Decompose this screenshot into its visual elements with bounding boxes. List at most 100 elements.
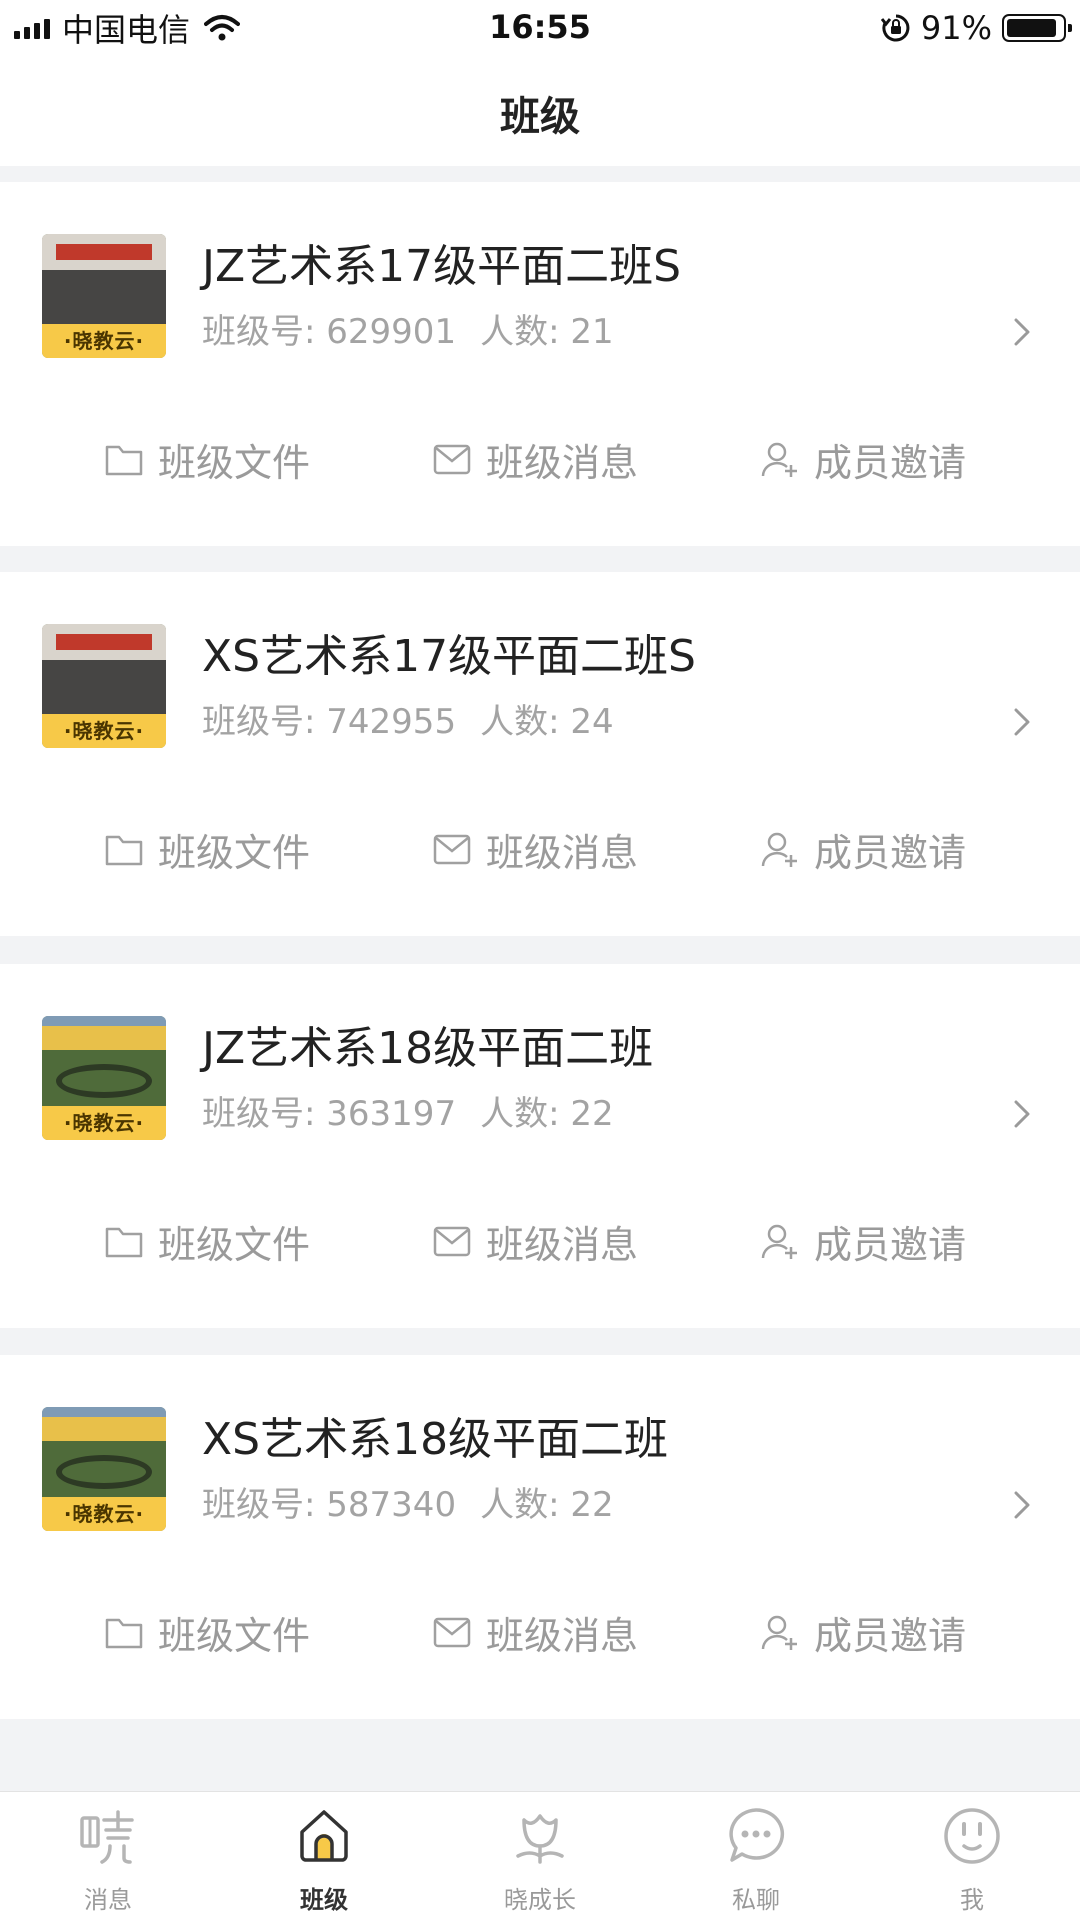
class-thumbnail: ·晓教云· — [42, 1016, 166, 1140]
count-label: 人数: — [480, 1485, 560, 1525]
count-label: 人数: — [480, 1094, 560, 1134]
add-user-icon — [761, 1224, 797, 1259]
class-files-button[interactable]: 班级文件 — [104, 814, 310, 884]
member-count: 22 — [570, 1094, 614, 1134]
class-name: JZ艺术系18级平面二班 — [202, 1023, 654, 1074]
class-card[interactable]: ·晓教云· JZ艺术系18级平面二班 班级号: 363197 人数: 22 班级文… — [0, 964, 1080, 1328]
class-no-label: 班级号: — [202, 1485, 316, 1525]
battery-cap — [1068, 24, 1072, 32]
class-name: JZ艺术系17级平面二班S — [202, 241, 682, 292]
add-user-icon — [761, 832, 797, 867]
rotation-lock-icon — [880, 14, 910, 42]
thumbnail-photo — [42, 234, 166, 326]
member-invite-button[interactable]: 成员邀请 — [760, 1597, 966, 1667]
battery-fill — [1007, 19, 1056, 37]
tab-bar: 消息 班级 晓成长 私聊 我 — [0, 1791, 1080, 1921]
flower-icon — [516, 1814, 564, 1864]
class-card[interactable]: ·晓教云· JZ艺术系17级平面二班S 班级号: 629901 人数: 21 班级… — [0, 182, 1080, 546]
card-actions: 班级文件 班级消息 成员邀请 — [0, 1206, 1080, 1276]
tab-class[interactable]: 班级 — [216, 1792, 432, 1921]
chevron-right-icon[interactable] — [1006, 706, 1038, 738]
thumbnail-banner — [56, 244, 152, 260]
tab-label: 私聊 — [732, 1886, 780, 1914]
tab-messages[interactable]: 消息 — [0, 1792, 216, 1921]
class-messages-label: 班级消息 — [486, 830, 639, 875]
thumbnail-photo — [42, 1016, 166, 1108]
member-count: 21 — [570, 312, 614, 352]
thumbnail-crowd — [42, 660, 166, 716]
battery-icon — [1002, 14, 1072, 42]
class-files-label: 班级文件 — [158, 440, 311, 485]
class-files-button[interactable]: 班级文件 — [104, 1206, 310, 1276]
class-messages-button[interactable]: 班级消息 — [432, 424, 638, 494]
chat-bubble-icon — [729, 1808, 785, 1862]
thumbnail-banner — [56, 634, 152, 650]
tab-label: 我 — [960, 1886, 984, 1914]
folder-icon — [105, 1618, 143, 1649]
thumbnail-badge: ·晓教云· — [42, 324, 166, 358]
envelope-icon — [433, 1226, 471, 1257]
thumbnail-badge: ·晓教云· — [42, 1497, 166, 1531]
class-meta: 班级号: 742955 人数: 24 — [202, 694, 614, 743]
nav-bar: 班级 — [0, 54, 1080, 166]
class-no: 587340 — [326, 1485, 457, 1525]
member-count: 22 — [570, 1485, 614, 1525]
count-label: 人数: — [480, 312, 560, 352]
class-messages-button[interactable]: 班级消息 — [432, 1206, 638, 1276]
class-no: 629901 — [326, 312, 457, 352]
class-messages-button[interactable]: 班级消息 — [432, 814, 638, 884]
folder-icon — [105, 835, 143, 866]
class-no-label: 班级号: — [202, 312, 316, 352]
envelope-icon — [433, 444, 471, 475]
class-name: XS艺术系18级平面二班 — [202, 1414, 669, 1465]
class-files-button[interactable]: 班级文件 — [104, 424, 310, 494]
class-thumbnail: ·晓教云· — [42, 624, 166, 748]
member-invite-button[interactable]: 成员邀请 — [760, 814, 966, 884]
class-files-label: 班级文件 — [158, 1222, 311, 1267]
tab-me[interactable]: 我 — [864, 1792, 1080, 1921]
thumbnail-badge: ·晓教云· — [42, 1106, 166, 1140]
count-label: 人数: — [480, 702, 560, 742]
add-user-icon — [761, 1615, 797, 1650]
member-invite-label: 成员邀请 — [814, 1613, 967, 1658]
member-invite-label: 成员邀请 — [814, 1222, 967, 1267]
chevron-right-icon[interactable] — [1006, 316, 1038, 348]
member-invite-button[interactable]: 成员邀请 — [760, 1206, 966, 1276]
member-invite-label: 成员邀请 — [814, 440, 967, 485]
envelope-icon — [433, 1617, 471, 1648]
home-icon — [300, 1810, 348, 1862]
class-meta: 班级号: 587340 人数: 22 — [202, 1477, 614, 1526]
folder-icon — [105, 1227, 143, 1258]
class-messages-label: 班级消息 — [486, 440, 639, 485]
thumbnail-ring — [56, 1455, 152, 1489]
class-thumbnail: ·晓教云· — [42, 1407, 166, 1531]
tab-private-chat[interactable]: 私聊 — [648, 1792, 864, 1921]
class-files-button[interactable]: 班级文件 — [104, 1597, 310, 1667]
tab-label: 晓成长 — [504, 1886, 576, 1914]
class-meta: 班级号: 363197 人数: 22 — [202, 1086, 614, 1135]
chevron-right-icon[interactable] — [1006, 1489, 1038, 1521]
class-meta: 班级号: 629901 人数: 21 — [202, 304, 614, 353]
class-messages-button[interactable]: 班级消息 — [432, 1597, 638, 1667]
class-messages-label: 班级消息 — [486, 1222, 639, 1267]
thumbnail-field — [42, 1417, 166, 1441]
card-actions: 班级文件 班级消息 成员邀请 — [0, 424, 1080, 494]
class-card[interactable]: ·晓教云· XS艺术系17级平面二班S 班级号: 742955 人数: 24 班级… — [0, 572, 1080, 936]
class-no: 363197 — [326, 1094, 457, 1134]
member-invite-label: 成员邀请 — [814, 830, 967, 875]
class-card[interactable]: ·晓教云· XS艺术系18级平面二班 班级号: 587340 人数: 22 班级文… — [0, 1355, 1080, 1719]
class-messages-label: 班级消息 — [486, 1613, 639, 1658]
class-no-label: 班级号: — [202, 1094, 316, 1134]
battery-percent: 91% — [920, 9, 992, 47]
xiao-logo-icon — [80, 1810, 134, 1864]
card-actions: 班级文件 班级消息 成员邀请 — [0, 1597, 1080, 1667]
member-invite-button[interactable]: 成员邀请 — [760, 424, 966, 494]
tab-label: 班级 — [300, 1886, 348, 1914]
member-count: 24 — [570, 702, 614, 742]
class-name: XS艺术系17级平面二班S — [202, 631, 696, 682]
chevron-right-icon[interactable] — [1006, 1098, 1038, 1130]
envelope-icon — [433, 834, 471, 865]
tab-growth[interactable]: 晓成长 — [432, 1792, 648, 1921]
class-no: 742955 — [326, 702, 457, 742]
tab-label: 消息 — [84, 1886, 132, 1914]
